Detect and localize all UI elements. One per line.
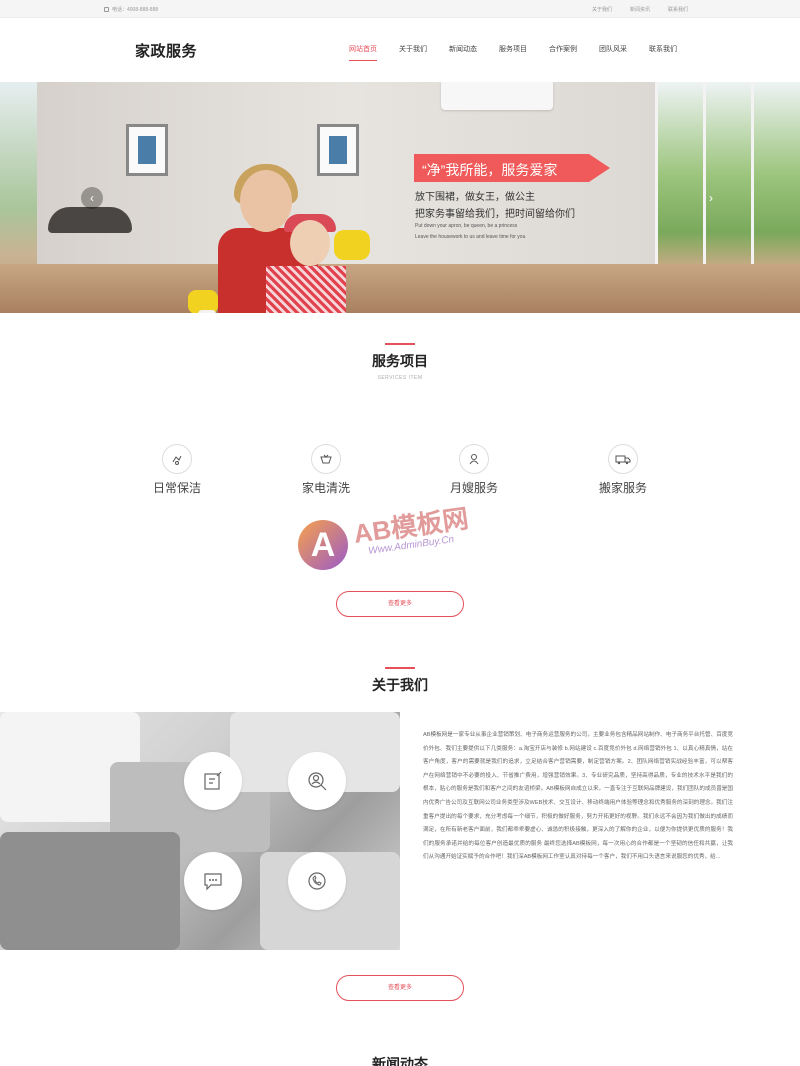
nav-item-contact[interactable]: 联系我们: [649, 44, 677, 61]
nav-item-services[interactable]: 服务项目: [499, 44, 527, 61]
service-label: 搬家服务: [598, 481, 647, 495]
top-links: 关于我们 新闻资讯 联系我们: [592, 6, 688, 13]
banner-next-arrow[interactable]: ›: [700, 187, 722, 209]
section-accent-line: [385, 343, 415, 345]
site-header: 家政服务 网站首页 关于我们 新闻动态 服务项目 合作案例 团队风采 联系我们: [0, 18, 800, 82]
services-more-button[interactable]: 查看更多: [336, 591, 464, 617]
mother-daughter-image: [188, 164, 388, 313]
about-more-button[interactable]: 查看更多: [336, 975, 464, 1001]
service-item-nanny[interactable]: 月嫂服务: [424, 444, 524, 496]
banner-floor: [0, 264, 800, 313]
phone-info: 电话：4008-888-888: [104, 6, 158, 13]
banner-slogan: “净”我所能，服务爱家: [422, 162, 558, 178]
about-image: [0, 712, 400, 950]
services-subtitle: SERVICES ITEM: [377, 375, 423, 381]
chair-image: [48, 207, 132, 247]
main-nav: 网站首页 关于我们 新闻动态 服务项目 合作案例 团队风采 联系我们: [349, 44, 699, 61]
service-item-cleaning[interactable]: 日常保洁: [127, 444, 227, 496]
phone-small-icon: [104, 7, 109, 12]
top-bar: 电话：4008-888-888 关于我们 新闻资讯 联系我们: [0, 0, 800, 18]
section-accent-line: [385, 667, 415, 669]
service-item-appliance[interactable]: 家电清洗: [276, 444, 376, 496]
top-link-contact[interactable]: 联系我们: [668, 6, 688, 13]
phone-text: 电话：4008-888-888: [112, 7, 159, 13]
chat-icon[interactable]: [184, 852, 242, 910]
banner-line-4: Leave the housework to us and leave time…: [415, 234, 526, 240]
news-title: 新闻动态: [372, 1056, 428, 1066]
banner-line-1: 放下围裙，做女王，做公主: [415, 192, 535, 203]
top-link-about[interactable]: 关于我们: [592, 6, 612, 13]
banner-slogan-tag: “净”我所能，服务爱家: [414, 154, 610, 182]
nav-item-cases[interactable]: 合作案例: [549, 44, 577, 61]
service-label: 家电清洗: [301, 481, 350, 495]
about-description: AB模板网是一家专业从事企业营销策划、电子商务运营服务的公司，主要业务包含精品网…: [423, 732, 733, 861]
services-title: 服务项目: [372, 353, 428, 369]
user-search-icon[interactable]: [288, 752, 346, 810]
air-conditioner-image: [441, 82, 553, 110]
nav-item-team[interactable]: 团队风采: [599, 44, 627, 61]
top-link-news[interactable]: 新闻资讯: [630, 6, 650, 13]
about-title: 关于我们: [372, 677, 428, 693]
watermark-logo: A AB模板网 Www.AdminBuy.Cn: [298, 498, 508, 572]
nav-item-news[interactable]: 新闻动态: [449, 44, 477, 61]
wall-frame-image: [126, 124, 168, 176]
service-label: 日常保洁: [152, 481, 201, 495]
nav-item-home[interactable]: 网站首页: [349, 44, 377, 61]
edit-icon[interactable]: [184, 752, 242, 810]
phone-icon[interactable]: [288, 852, 346, 910]
banner-prev-arrow[interactable]: ‹: [81, 187, 103, 209]
nanny-icon: [459, 444, 489, 474]
appliance-icon: [311, 444, 341, 474]
service-item-moving[interactable]: 搬家服务: [573, 444, 673, 496]
watermark-badge: A: [298, 520, 348, 570]
banner-line-3: Put down your apron, be queen, be a prin…: [415, 223, 518, 229]
banner-line-2: 把家务事留给我们，把时间留给你们: [415, 209, 575, 220]
moving-truck-icon: [608, 444, 638, 474]
site-logo[interactable]: 家政服务: [135, 40, 197, 61]
wall-frame-image: [317, 124, 359, 176]
service-label: 月嫂服务: [449, 481, 498, 495]
cleaning-icon: [162, 444, 192, 474]
nav-item-about[interactable]: 关于我们: [399, 44, 427, 61]
hero-banner: “净”我所能，服务爱家 放下围裙，做女王，做公主 把家务事留给我们，把时间留给你…: [0, 82, 800, 313]
